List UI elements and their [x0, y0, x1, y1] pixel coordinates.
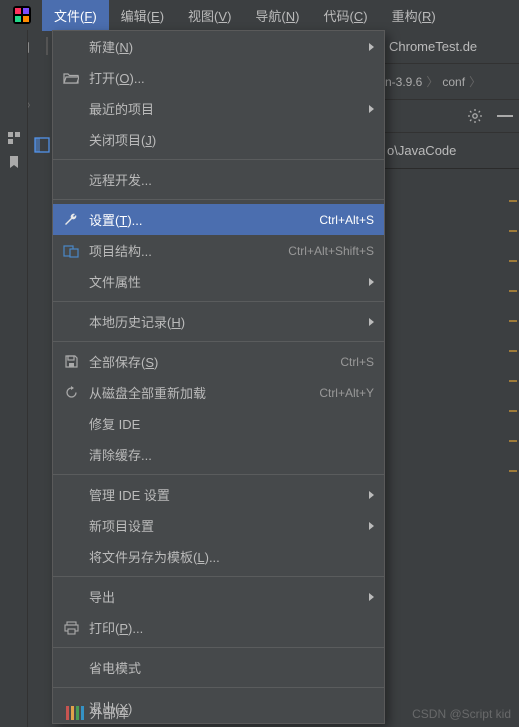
minimize-icon[interactable] [497, 115, 513, 117]
menu-save-all[interactable]: 全部保存(S) Ctrl+S [53, 346, 384, 377]
tool-window-toolbar [379, 100, 519, 133]
blank-icon [61, 587, 81, 607]
blank-icon [61, 130, 81, 150]
menu-separator [53, 474, 384, 475]
print-icon [61, 618, 81, 638]
menu-code[interactable]: 代码(C) [312, 0, 380, 31]
gear-icon[interactable] [467, 108, 483, 124]
project-tool-window-icon[interactable] [32, 134, 52, 156]
menu-file[interactable]: 文件(F) [42, 0, 109, 31]
blank-icon [61, 312, 81, 332]
menu-separator [53, 301, 384, 302]
toolbar-separator [46, 37, 48, 55]
menu-edit[interactable]: 编辑(E) [109, 0, 176, 31]
file-path-display: o\JavaCode [379, 133, 519, 169]
blank-icon [61, 170, 81, 190]
menu-save-as-template[interactable]: 将文件另存为模板(L)... [53, 541, 384, 572]
menu-invalidate-caches[interactable]: 清除缓存... [53, 439, 384, 470]
menu-file-properties[interactable]: 文件属性 [53, 266, 384, 297]
open-icon [61, 68, 81, 88]
menu-separator [53, 341, 384, 342]
menu-refactor[interactable]: 重构(R) [380, 0, 448, 31]
blank-icon [61, 445, 81, 465]
menu-separator [53, 159, 384, 160]
menu-separator [53, 576, 384, 577]
menu-new-project-settings[interactable]: 新项目设置 [53, 510, 384, 541]
blank-icon [61, 272, 81, 292]
right-side-panel: ChromeTest.de n-3.9.6〉conf〉 o\JavaCode [379, 30, 519, 169]
file-menu-dropdown: 新建(N) 打开(O)... 最近的项目 关闭项目(J) 远程开发... 设置(… [52, 30, 385, 724]
menu-repair-ide[interactable]: 修复 IDE [53, 408, 384, 439]
gutter-marks [509, 200, 517, 472]
menu-open[interactable]: 打开(O)... [53, 62, 384, 93]
menu-print[interactable]: 打印(P)... [53, 612, 384, 643]
left-gutter [0, 30, 28, 727]
chevron-right-icon [369, 105, 374, 113]
blank-icon [61, 414, 81, 434]
menu-separator [53, 687, 384, 688]
menu-close-project[interactable]: 关闭项目(J) [53, 124, 384, 155]
chevron-right-icon [369, 491, 374, 499]
menu-new[interactable]: 新建(N) [53, 31, 384, 62]
blank-icon [61, 37, 81, 57]
menu-settings[interactable]: 设置(T)... Ctrl+Alt+S [53, 204, 384, 235]
menu-navigate[interactable]: 导航(N) [243, 0, 311, 31]
menu-export[interactable]: 导出 [53, 581, 384, 612]
structure-icon[interactable] [6, 130, 22, 146]
chevron-right-icon [369, 278, 374, 286]
menu-view[interactable]: 视图(V) [176, 0, 243, 31]
save-icon [61, 352, 81, 372]
blank-icon [61, 547, 81, 567]
menu-separator [53, 647, 384, 648]
blank-icon [61, 516, 81, 536]
watermark-text: CSDN @Script kid [412, 707, 511, 721]
editor-tab[interactable]: ChromeTest.de [379, 30, 519, 64]
chevron-right-icon [369, 318, 374, 326]
chevron-right-icon [369, 593, 374, 601]
breadcrumb-bar[interactable]: n-3.9.6〉conf〉 [379, 64, 519, 100]
wrench-icon [61, 210, 81, 230]
external-libraries-label: 外部库 [90, 703, 129, 722]
menu-project-structure[interactable]: 项目结构... Ctrl+Alt+Shift+S [53, 235, 384, 266]
external-libraries-node[interactable]: 外部库 [66, 703, 129, 722]
chevron-right-icon [369, 43, 374, 51]
menu-recent-projects[interactable]: 最近的项目 [53, 93, 384, 124]
ide-logo-icon [10, 3, 34, 27]
blank-icon [61, 99, 81, 119]
menu-remote-dev[interactable]: 远程开发... [53, 164, 384, 195]
blank-icon [61, 485, 81, 505]
menu-local-history[interactable]: 本地历史记录(H) [53, 306, 384, 337]
menu-separator [53, 199, 384, 200]
library-icon [66, 706, 84, 720]
menu-manage-ide-settings[interactable]: 管理 IDE 设置 [53, 479, 384, 510]
chevron-right-icon [369, 522, 374, 530]
project-structure-icon [61, 241, 81, 261]
bookmarks-icon[interactable] [6, 154, 22, 170]
menubar: 文件(F) 编辑(E) 视图(V) 导航(N) 代码(C) 重构(R) [0, 0, 519, 30]
reload-icon [61, 383, 81, 403]
blank-icon [61, 658, 81, 678]
menu-reload-from-disk[interactable]: 从磁盘全部重新加载 Ctrl+Alt+Y [53, 377, 384, 408]
menu-power-save-mode[interactable]: 省电模式 [53, 652, 384, 683]
